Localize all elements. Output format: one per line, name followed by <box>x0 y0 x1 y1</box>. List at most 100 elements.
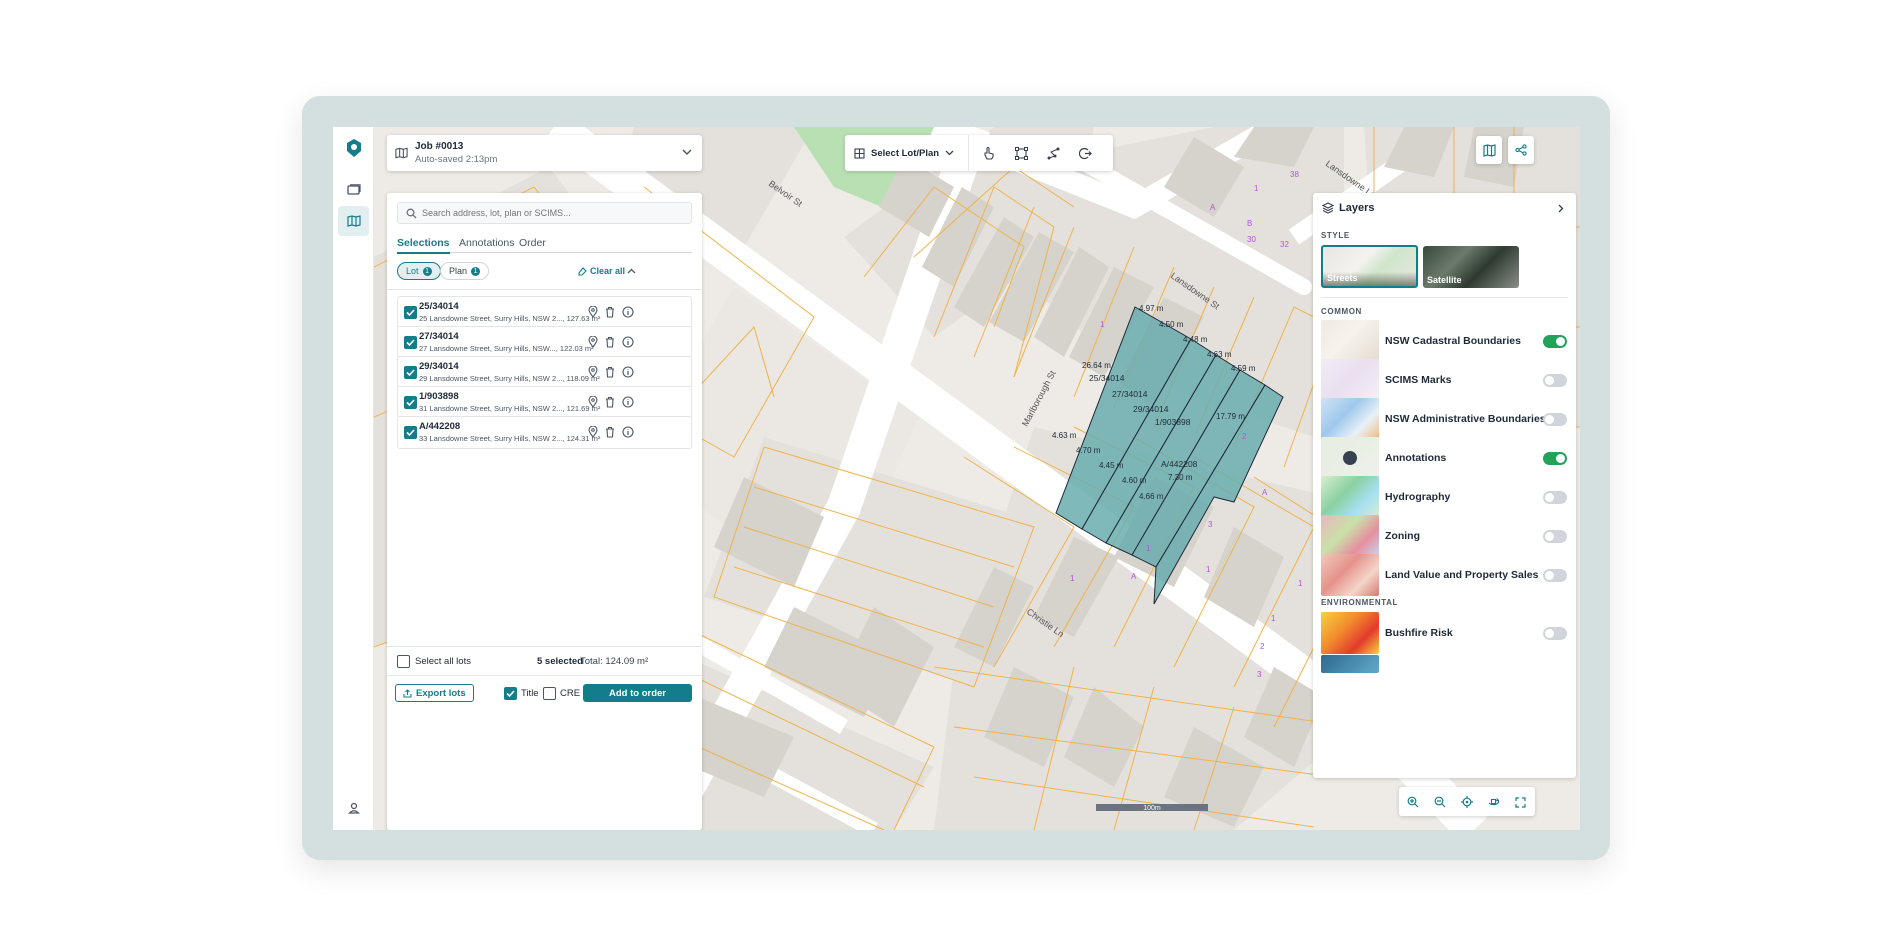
filter-plan-chip[interactable]: Plan 1 <box>440 262 490 280</box>
info-icon[interactable] <box>622 366 634 378</box>
location-pin-icon[interactable] <box>588 396 598 408</box>
layer-name: Annotations <box>1385 452 1447 464</box>
layer-toggle[interactable] <box>1543 491 1567 504</box>
filter-lot-chip[interactable]: Lot 1 <box>397 262 441 280</box>
job-selector[interactable]: Job #0013 Auto-saved 2:13pm <box>387 135 702 171</box>
check-icon <box>406 339 415 347</box>
lot-row[interactable]: 25/34014 25 Lansdowne Street, Surry Hills… <box>397 296 692 329</box>
layer-thumbnail <box>1321 476 1379 518</box>
location-pin-icon[interactable] <box>588 336 598 348</box>
rail-account-button[interactable] <box>338 793 369 823</box>
parcel-number: A <box>1210 203 1216 212</box>
location-pin-icon[interactable] <box>588 366 598 378</box>
tool-pointer-button[interactable] <box>973 136 1005 170</box>
info-icon[interactable] <box>622 336 634 348</box>
locate-button[interactable] <box>1453 785 1480 819</box>
selected-count: 5 selected <box>537 656 583 667</box>
lot-row[interactable]: 1/903898 31 Lansdowne Street, Surry Hills… <box>397 386 692 419</box>
environmental-heading: ENVIRONMENTAL <box>1321 598 1398 607</box>
folders-icon <box>346 184 361 195</box>
dim-label: 4.50 m <box>1159 320 1184 329</box>
map-controls <box>1399 787 1535 816</box>
lot-checkbox[interactable] <box>404 426 417 439</box>
tab-annotations[interactable]: Annotations <box>459 237 514 249</box>
info-icon[interactable] <box>622 426 634 438</box>
measure-path-icon <box>1047 147 1059 159</box>
chevron-up-icon[interactable] <box>627 268 636 274</box>
tool-polygon-button[interactable] <box>1005 136 1037 170</box>
selections-panel: Selections Annotations Order Lot 1 Plan … <box>387 193 702 830</box>
layer-toggle[interactable] <box>1543 335 1567 348</box>
layer-thumbnail <box>1321 359 1379 401</box>
export-lots-button[interactable]: Export lots <box>395 684 474 702</box>
lot-row[interactable]: A/442208 33 Lansdowne Street, Surry Hills… <box>397 416 692 449</box>
job-autosave: Auto-saved 2:13pm <box>415 154 498 165</box>
parcel-number: 1 <box>1271 614 1276 623</box>
layer-toggle[interactable] <box>1543 374 1567 387</box>
lot-address: 27 Lansdowne Street, Surry Hills, NSW...… <box>419 344 594 353</box>
app-logo[interactable] <box>338 133 369 163</box>
lot-row[interactable]: 29/34014 29 Lansdowne Street, Surry Hills… <box>397 356 692 389</box>
zoom-in-button[interactable] <box>1399 785 1426 819</box>
layer-thumbnail <box>1321 612 1379 654</box>
clear-all-button[interactable]: Clear all <box>578 266 625 276</box>
layer-toggle[interactable] <box>1543 452 1567 465</box>
title-checkbox[interactable] <box>504 687 517 700</box>
cre-checkbox[interactable] <box>543 687 556 700</box>
add-to-order-button[interactable]: Add to order <box>583 684 692 702</box>
select-mode-dropdown[interactable]: Select Lot/Plan <box>845 135 969 171</box>
view-3d-button[interactable] <box>1480 785 1507 819</box>
lot-address: 25 Lansdowne Street, Surry Hills, NSW 2.… <box>419 314 601 323</box>
tool-exit-button[interactable] <box>1069 136 1101 170</box>
tool-measure-button[interactable] <box>1037 136 1069 170</box>
lot-label: 25/34014 <box>1089 373 1125 383</box>
parcel-number: 3 <box>1208 520 1213 529</box>
layer-toggle[interactable] <box>1543 627 1567 640</box>
rail-map-button[interactable] <box>338 206 369 236</box>
rail-jobs-button[interactable] <box>338 175 369 205</box>
zoom-out-button[interactable] <box>1426 785 1453 819</box>
lot-checkbox[interactable] <box>404 396 417 409</box>
style-satellite-option[interactable]: Satellite <box>1423 246 1519 288</box>
check-icon <box>506 690 515 698</box>
share-button[interactable] <box>1508 136 1534 164</box>
parcel-number: A <box>1262 488 1268 497</box>
fullscreen-button[interactable] <box>1507 785 1534 819</box>
parcel-number: 1 <box>1298 579 1303 588</box>
trash-icon[interactable] <box>605 396 615 408</box>
hand-pointer-icon <box>984 146 994 160</box>
dim-label: 4.63 m <box>1052 431 1077 440</box>
search-box[interactable] <box>397 202 692 224</box>
layer-toggle[interactable] <box>1543 569 1567 582</box>
trash-icon[interactable] <box>605 336 615 348</box>
trash-icon[interactable] <box>605 366 615 378</box>
left-rail <box>333 127 374 830</box>
location-pin-icon[interactable] <box>588 306 598 318</box>
layer-toggle[interactable] <box>1543 530 1567 543</box>
lot-id: 1/903898 <box>419 391 459 402</box>
select-all-checkbox[interactable] <box>397 655 410 668</box>
style-streets-option[interactable]: Streets <box>1321 245 1418 288</box>
dim-label: 17.79 m <box>1216 412 1245 421</box>
tab-selections[interactable]: Selections <box>397 237 450 254</box>
polygon-select-icon <box>1014 146 1028 160</box>
chevron-down-icon <box>945 150 954 156</box>
dim-label: 7.30 m <box>1168 473 1193 482</box>
tab-order[interactable]: Order <box>519 237 546 249</box>
search-input[interactable] <box>422 205 682 221</box>
zoom-in-icon <box>1407 796 1418 808</box>
lot-checkbox[interactable] <box>404 306 417 319</box>
info-icon[interactable] <box>622 306 634 318</box>
lot-checkbox[interactable] <box>404 336 417 349</box>
trash-icon[interactable] <box>605 426 615 438</box>
app-screen: 4.97 m 4.50 m 4.48 m 4.63 m 4.59 m 26.64… <box>333 127 1580 830</box>
trash-icon[interactable] <box>605 306 615 318</box>
layer-toggle[interactable] <box>1543 413 1567 426</box>
info-icon[interactable] <box>622 396 634 408</box>
layers-toggle-button[interactable] <box>1476 136 1502 164</box>
chevron-right-icon[interactable] <box>1558 204 1564 213</box>
location-pin-icon[interactable] <box>588 426 598 438</box>
lot-checkbox[interactable] <box>404 366 417 379</box>
layers-panel: Layers STYLE Streets Satellite COMMON NS… <box>1313 193 1576 778</box>
lot-row[interactable]: 27/34014 27 Lansdowne Street, Surry Hills… <box>397 326 692 359</box>
